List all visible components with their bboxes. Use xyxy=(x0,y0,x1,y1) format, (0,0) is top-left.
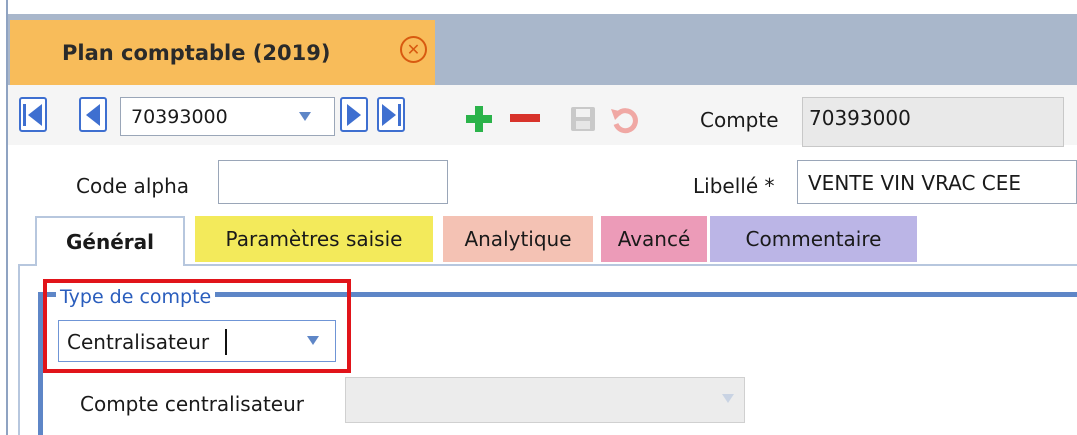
first-record-icon xyxy=(23,103,42,126)
chevron-down-icon xyxy=(299,112,311,121)
tab-general[interactable]: Général xyxy=(35,216,185,266)
tab-label: Paramètres saisie xyxy=(225,227,403,251)
compte-field: 70393000 xyxy=(802,97,1064,147)
add-button[interactable] xyxy=(464,104,494,134)
compte-centralisateur-select[interactable] xyxy=(345,377,745,423)
close-tab-icon[interactable]: ✕ xyxy=(400,36,427,63)
code-alpha-label: Code alpha xyxy=(76,174,189,198)
last-record-button[interactable] xyxy=(377,97,405,132)
undo-button[interactable] xyxy=(610,106,640,134)
remove-button[interactable] xyxy=(510,114,540,122)
libelle-value: VENTE VIN VRAC CEE xyxy=(808,171,1022,195)
compte-centralisateur-label: Compte centralisateur xyxy=(80,392,305,416)
next-record-button[interactable] xyxy=(340,97,368,132)
tab-avance[interactable]: Avancé xyxy=(601,216,707,262)
tab-label: Avancé xyxy=(617,227,691,251)
libelle-input[interactable]: VENTE VIN VRAC CEE xyxy=(797,160,1077,204)
compte-label: Compte xyxy=(700,108,779,132)
tab-label: Analytique xyxy=(464,227,572,251)
last-record-icon xyxy=(382,103,401,126)
previous-record-button[interactable] xyxy=(79,97,107,132)
libelle-label: Libellé * xyxy=(693,174,775,198)
previous-record-icon xyxy=(86,103,100,126)
first-record-button[interactable] xyxy=(19,97,47,132)
add-icon xyxy=(466,106,492,132)
tab-parametres-saisie[interactable]: Paramètres saisie xyxy=(195,216,433,262)
tab-commentaire[interactable]: Commentaire xyxy=(710,216,917,262)
chevron-down-icon xyxy=(722,394,734,403)
next-record-icon xyxy=(347,103,361,126)
tab-label: Commentaire xyxy=(745,227,882,251)
highlight-box xyxy=(43,279,351,373)
document-tab[interactable]: Plan comptable (2019) xyxy=(10,20,435,85)
save-button[interactable] xyxy=(570,106,596,132)
compte-value: 70393000 xyxy=(809,106,911,130)
document-tab-title: Plan comptable (2019) xyxy=(62,40,331,65)
save-icon xyxy=(571,107,595,131)
undo-icon xyxy=(611,108,638,134)
account-select[interactable]: 70393000 xyxy=(120,97,335,136)
tab-analytique[interactable]: Analytique xyxy=(443,216,593,262)
code-alpha-input[interactable] xyxy=(218,160,448,204)
tab-label: Général xyxy=(66,230,154,254)
account-select-value: 70393000 xyxy=(131,106,228,128)
